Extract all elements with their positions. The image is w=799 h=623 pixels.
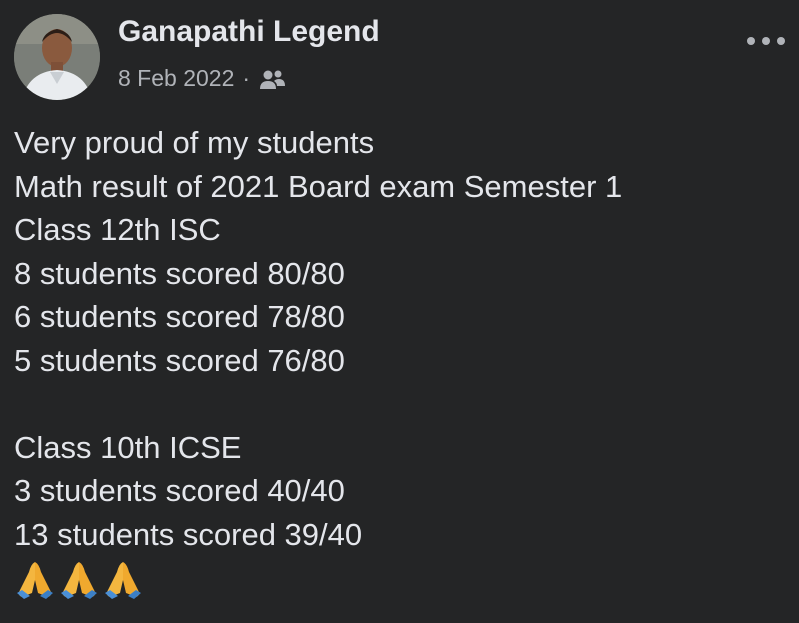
post-meta: 8 Feb 2022 · <box>118 65 286 92</box>
post-header: Ganapathi Legend 8 Feb 2022 · <box>14 13 799 101</box>
post-text-line: Math result of 2021 Board exam Semester … <box>14 168 623 204</box>
emoji-row <box>14 560 789 600</box>
post-text-blank-line <box>14 382 789 426</box>
post-date[interactable]: 8 Feb 2022 <box>118 65 234 92</box>
more-options-icon[interactable] <box>747 25 793 53</box>
meta-separator: · <box>242 65 251 91</box>
post-text-line: 3 students scored 40/40 <box>14 473 345 508</box>
post-text-line: Class 10th ICSE <box>14 429 242 465</box>
friends-icon[interactable] <box>258 69 286 91</box>
post-body: Very proud of my students Math result of… <box>14 121 789 600</box>
facebook-post: Ganapathi Legend 8 Feb 2022 · Very proud… <box>0 0 799 623</box>
post-text-line: 6 students scored 78/80 <box>14 299 345 334</box>
post-text-line: Very proud of my students <box>14 125 375 160</box>
post-text-line: 8 students scored 80/80 <box>14 255 345 291</box>
post-text-line: 5 students scored 76/80 <box>14 342 345 378</box>
folded-hands-icon <box>105 562 141 599</box>
folded-hands-icon <box>61 562 97 599</box>
avatar-photo <box>14 14 100 100</box>
post-text-line: Class 12th ISC <box>14 212 221 247</box>
author-name[interactable]: Ganapathi Legend <box>118 15 380 49</box>
folded-hands-icon <box>17 562 53 599</box>
avatar[interactable] <box>14 14 100 100</box>
post-text-line: 13 students scored 39/40 <box>14 516 363 552</box>
